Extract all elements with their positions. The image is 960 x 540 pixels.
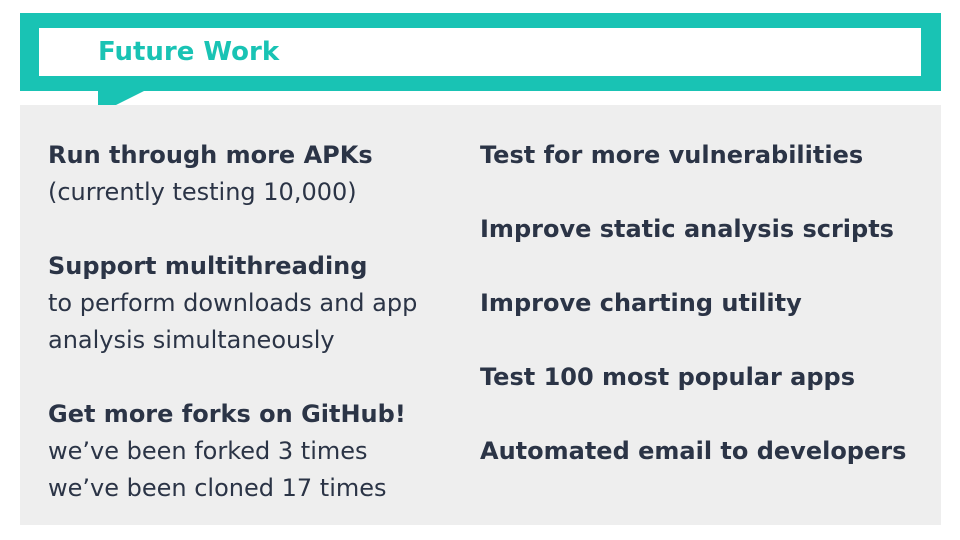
future-item-heading: Automated email to developers xyxy=(480,437,907,465)
future-item-detail: to perform downloads and app xyxy=(48,289,418,317)
future-item-multithreading: Support multithreading to perform downlo… xyxy=(48,248,417,359)
future-item-static-analysis: Improve static analysis scripts xyxy=(480,211,894,248)
future-item-detail: (currently testing 10,000) xyxy=(48,178,357,206)
future-item-email: Automated email to developers xyxy=(480,433,906,470)
future-item-vulnerabilities: Test for more vulnerabilities xyxy=(480,137,863,174)
slide-title: Future Work xyxy=(98,37,280,67)
future-item-detail: we’ve been forked 3 times xyxy=(48,437,368,465)
future-item-detail: analysis simultaneously xyxy=(48,326,335,354)
future-item-heading: Get more forks on GitHub! xyxy=(48,400,406,428)
future-item-detail: we’ve been cloned 17 times xyxy=(48,474,387,502)
future-item-popular-apps: Test 100 most popular apps xyxy=(480,359,855,396)
future-item-heading: Improve charting utility xyxy=(480,289,802,317)
future-item-heading: Improve static analysis scripts xyxy=(480,215,894,243)
future-item-apks: Run through more APKs (currently testing… xyxy=(48,137,373,211)
future-item-heading: Run through more APKs xyxy=(48,141,373,169)
future-item-heading: Test 100 most popular apps xyxy=(480,363,856,391)
future-item-heading: Support multithreading xyxy=(48,252,368,280)
future-item-heading: Test for more vulnerabilities xyxy=(480,141,864,169)
future-item-charting: Improve charting utility xyxy=(480,285,802,322)
future-item-forks: Get more forks on GitHub! we’ve been for… xyxy=(48,396,406,507)
